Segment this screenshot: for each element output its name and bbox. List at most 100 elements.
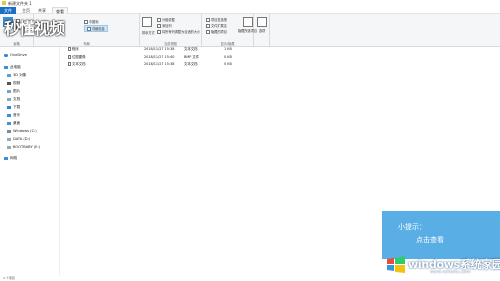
sort-icon: [142, 17, 152, 27]
windows-logo-icon: [387, 256, 405, 273]
nav-item-music[interactable]: 音乐: [7, 112, 20, 119]
nav-label: 网络: [10, 156, 18, 160]
table-row[interactable]: 位图图像 2018/11/27 15:40 BMP 文件 0 KB: [68, 54, 252, 60]
file-type: BMP 文件: [184, 55, 200, 59]
nav-label: 视频: [13, 81, 21, 85]
bitmap-icon: [68, 55, 71, 59]
network-icon: [4, 156, 8, 161]
computer-icon: [4, 65, 8, 70]
nav-item-network[interactable]: 网络: [4, 155, 17, 162]
file-size: 0 KB: [224, 62, 232, 66]
desktop-icon: [7, 121, 11, 126]
item-checkboxes-label: 项目复选框: [211, 18, 227, 22]
add-columns-icon: [157, 23, 161, 28]
nav-item-drive-d[interactable]: DATA (D:): [7, 136, 30, 143]
medium-icons-icon: [84, 19, 88, 24]
nav-label: DATA (D:): [13, 137, 31, 141]
drive-icon: [7, 137, 11, 142]
file-icon: [68, 47, 71, 51]
group-by-label: 分组依据: [162, 18, 175, 22]
options-button[interactable]: 选项: [257, 17, 267, 33]
file-extensions-toggle[interactable]: 文件扩展名: [206, 23, 227, 28]
group-options: 选项: [254, 14, 270, 47]
group-by-button[interactable]: 分组依据: [157, 17, 175, 22]
nav-label: 此电脑: [10, 65, 21, 69]
item-checkboxes-toggle[interactable]: 项目复选框: [206, 17, 227, 22]
nav-label: OneDrive: [10, 53, 27, 57]
video-icon: [7, 81, 11, 86]
hint-title: 小提示：: [398, 223, 426, 231]
size-columns-icon: [157, 29, 161, 34]
sort-icon-area: [142, 17, 152, 27]
folder-icon: [2, 1, 6, 5]
nav-item-desktop[interactable]: 桌面: [7, 120, 20, 127]
sort-by-button[interactable]: 排序方式: [142, 30, 155, 35]
nav-label: 3D 对象: [13, 73, 27, 77]
sort-by-label: 排序方式: [142, 31, 155, 35]
hidden-items-toggle[interactable]: 隐藏的项目: [206, 29, 227, 34]
tab-view[interactable]: 查看: [52, 7, 68, 14]
file-date: 2018/11/27 15:40: [144, 55, 175, 59]
size-columns-button[interactable]: 将所有列调整为合适的大小: [157, 29, 200, 34]
nav-label: 音乐: [13, 113, 21, 117]
nav-label: Windows (C:): [13, 129, 37, 133]
hide-selected-icon: [242, 17, 253, 27]
medium-icons-label: 中图标: [89, 20, 99, 24]
group-by-icon: [157, 17, 161, 22]
drive-icon: [7, 129, 11, 134]
checkbox-icon: [206, 29, 210, 34]
nav-item-downloads[interactable]: 下载: [7, 104, 20, 111]
file-name: 位图图像: [72, 55, 86, 59]
file-type: 文本文档: [184, 47, 198, 51]
nav-item-onedrive[interactable]: OneDrive: [4, 52, 27, 59]
medium-icons-option[interactable]: 中图标: [84, 19, 99, 24]
group-label-panes: 窗格: [13, 42, 20, 46]
ribbon-tabs: 文件 主页 共享 查看: [0, 7, 500, 14]
nav-item-pictures[interactable]: 图片: [7, 88, 20, 95]
nav-item-videos[interactable]: 视频: [7, 80, 20, 87]
music-icon: [7, 113, 11, 118]
file-type: 文本文档: [184, 62, 198, 66]
nav-item-3d[interactable]: 3D 对象: [7, 72, 26, 79]
nav-item-drive-c[interactable]: Windows (C:): [7, 128, 37, 135]
nav-label: 图片: [13, 89, 21, 93]
brand-url: www.ruihaitu.com: [430, 270, 471, 275]
file-size: 0 KB: [224, 55, 232, 59]
options-label: 选项: [258, 29, 266, 33]
details-list-icon: [87, 26, 91, 31]
group-current-view: 排序方式 分组依据 添加列 将所有列调整为合适的大小 当前视图: [140, 14, 202, 47]
cloud-icon: [4, 53, 8, 58]
title-bar: 新建文件夹 1: [0, 0, 500, 7]
tab-file[interactable]: 文件: [0, 7, 16, 14]
tab-share[interactable]: 共享: [35, 7, 49, 14]
picture-icon: [7, 89, 11, 94]
file-date: 2018/11/27 15:38: [144, 62, 175, 66]
file-icon: [68, 62, 71, 66]
nav-item-drive-e[interactable]: BOOTBABY (E:): [7, 144, 40, 151]
details-label: 详细信息: [92, 27, 105, 31]
hint-text: 点击查看: [416, 236, 444, 244]
file-extensions-label: 文件扩展名: [211, 24, 227, 28]
tab-home[interactable]: 主页: [19, 7, 33, 14]
options-icon: [257, 17, 267, 27]
file-name: 文本文档: [72, 62, 86, 66]
checkbox-icon: [206, 17, 210, 22]
navigation-pane: OneDrive 此电脑 3D 对象 视频 图片 文档 下载 音乐 桌面 Win…: [0, 47, 60, 275]
watermark-logo: 秒懂视频: [4, 15, 65, 39]
file-size: 1 KB: [224, 47, 232, 51]
download-icon: [7, 105, 11, 110]
drive-icon: [7, 145, 11, 150]
document-icon: [7, 97, 11, 102]
details-option[interactable]: 详细信息: [84, 25, 108, 32]
nav-label: BOOTBABY (E:): [13, 145, 41, 149]
add-columns-button[interactable]: 添加列: [157, 23, 172, 28]
table-row[interactable]: 文本文档 2018/11/27 15:38 文本文档 0 KB: [68, 61, 252, 67]
table-row[interactable]: 程序 2018/11/27 15:38 文本文档 1 KB: [68, 46, 252, 52]
hidden-items-label: 隐藏的项目: [211, 30, 227, 34]
nav-item-documents[interactable]: 文档: [7, 96, 20, 103]
brand-watermark: windows系统家园 www.ruihaitu.com: [380, 252, 500, 281]
checkbox-icon: [206, 23, 210, 28]
nav-label: 下载: [13, 105, 21, 109]
ribbon: 窗格 中图标 详细信息 布局 排序方式 分组依据 添加列 将所有列调整为合适的大…: [0, 14, 500, 47]
nav-item-this-pc[interactable]: 此电脑: [4, 64, 21, 71]
